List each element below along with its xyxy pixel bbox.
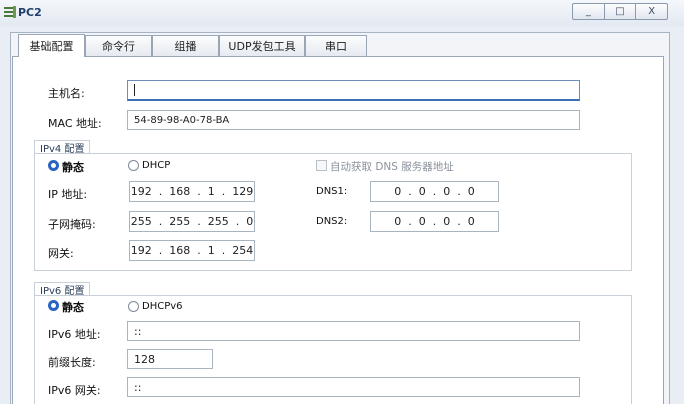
- ipv6-gateway-label: IPv6 网关:: [48, 384, 101, 397]
- prefix-length-label: 前缀长度:: [48, 356, 96, 369]
- window-controls: _ □ X: [572, 3, 668, 20]
- ipv6-gateway-input[interactable]: ::: [127, 377, 580, 397]
- hostname-label: 主机名:: [48, 87, 85, 100]
- tab-udp-tool[interactable]: UDP发包工具: [219, 35, 305, 56]
- gateway-input[interactable]: 192 . 168 . 1 . 254: [129, 240, 255, 261]
- dns2-input[interactable]: 0 . 0 . 0 . 0: [370, 211, 499, 232]
- subnet-mask-input[interactable]: 255 . 255 . 255 . 0: [129, 211, 255, 232]
- ipv6-dhcp-radio[interactable]: [128, 301, 139, 312]
- mac-field: 54-89-98-A0-78-BA: [127, 110, 580, 130]
- ipv6-address-input[interactable]: ::: [127, 321, 580, 341]
- minimize-button[interactable]: _: [573, 4, 605, 19]
- tab-multicast[interactable]: 组播: [152, 35, 219, 56]
- hostname-input[interactable]: [127, 80, 580, 101]
- maximize-button[interactable]: □: [605, 4, 637, 19]
- close-button[interactable]: X: [636, 4, 667, 19]
- pc-icon: [4, 6, 16, 18]
- auto-dns-checkbox[interactable]: [316, 160, 327, 171]
- ipv6-group-title: IPv6 配置: [34, 282, 91, 297]
- prefix-length-input[interactable]: 128: [127, 349, 213, 369]
- ipv4-dhcp-radio[interactable]: [128, 160, 139, 171]
- tab-command-line[interactable]: 命令行: [85, 35, 152, 56]
- ipv4-group-title: IPv4 配置: [34, 140, 91, 155]
- dns1-label: DNS1:: [316, 186, 348, 197]
- ipv6-address-label: IPv6 地址:: [48, 328, 101, 341]
- mac-label: MAC 地址:: [48, 117, 102, 130]
- gateway-label: 网关:: [48, 247, 74, 260]
- dns1-input[interactable]: 0 . 0 . 0 . 0: [370, 181, 499, 202]
- ipv4-static-radio[interactable]: [48, 160, 59, 171]
- ipv4-dhcp-label: DHCP: [142, 160, 171, 171]
- subnet-mask-label: 子网掩码:: [48, 218, 96, 231]
- tab-serial[interactable]: 串口: [305, 35, 367, 56]
- ipv6-static-radio[interactable]: [48, 300, 59, 311]
- text-caret: [134, 84, 135, 96]
- ip-address-label: IP 地址:: [48, 188, 88, 201]
- ip-address-input[interactable]: 192 . 168 . 1 . 129: [129, 181, 255, 202]
- ipv4-static-label: 静态: [62, 161, 84, 174]
- dns2-label: DNS2:: [316, 216, 348, 227]
- ipv6-static-label: 静态: [62, 301, 84, 314]
- window-title: PC2: [18, 6, 42, 19]
- tab-basic-config[interactable]: 基础配置: [18, 34, 85, 57]
- auto-dns-label: 自动获取 DNS 服务器地址: [330, 161, 454, 173]
- ipv6-dhcp-label: DHCPv6: [142, 301, 183, 312]
